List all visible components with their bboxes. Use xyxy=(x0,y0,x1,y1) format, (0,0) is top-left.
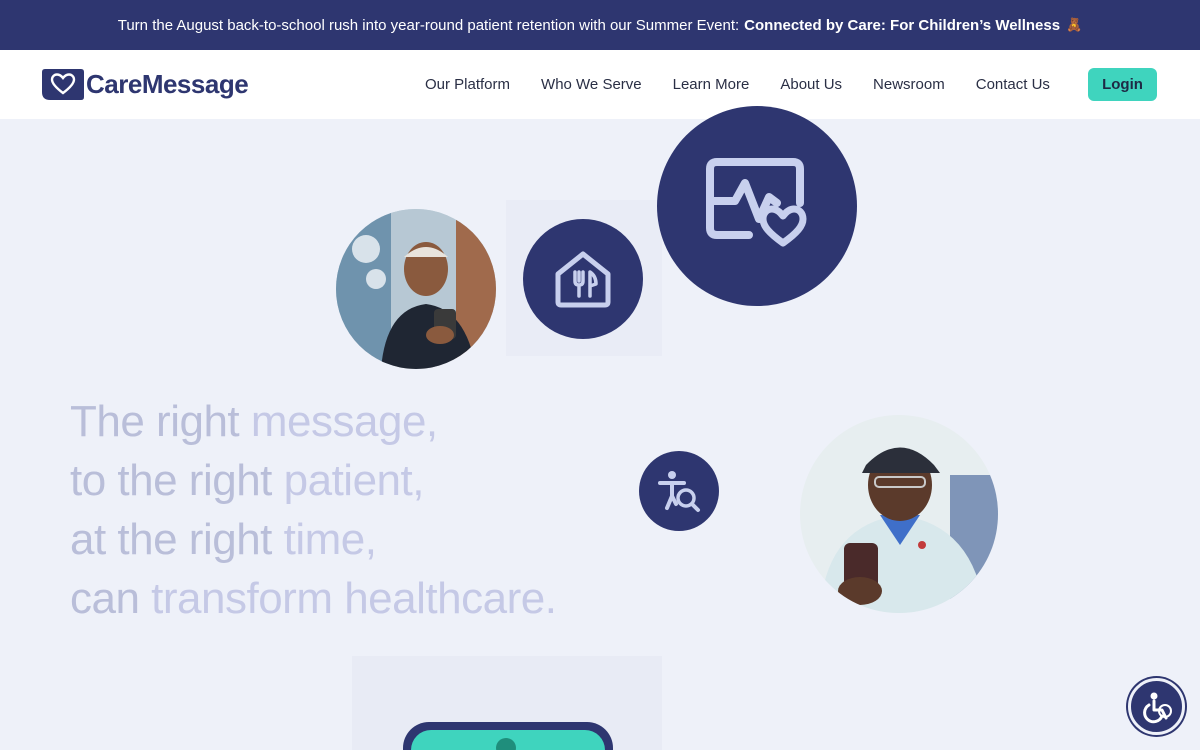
man-in-cap-with-phone-photo xyxy=(800,415,998,613)
nav-newsroom[interactable]: Newsroom xyxy=(873,76,945,93)
accessibility-search-icon xyxy=(639,451,719,531)
older-man-with-phone-photo xyxy=(336,209,496,369)
logo-text: CareMessage xyxy=(86,69,249,99)
photo-illustration-2 xyxy=(800,415,998,613)
main-nav: Our Platform Who We Serve Learn More Abo… xyxy=(425,76,1081,93)
banner-emoji: 🧸 xyxy=(1066,17,1083,32)
accessibility-widget-button[interactable] xyxy=(1128,678,1185,735)
hero-line-4-highlight: transform healthcare. xyxy=(151,574,557,623)
banner-event-link[interactable]: Connected by Care: For Children’s Wellne… xyxy=(744,17,1060,34)
hero-line-2-highlight: patient, xyxy=(283,456,425,505)
nav-our-platform[interactable]: Our Platform xyxy=(425,76,510,93)
hero-line-4-plain: can xyxy=(70,574,152,623)
nav-learn-more[interactable]: Learn More xyxy=(673,76,750,93)
hero-headline: The right message, to the right patient,… xyxy=(70,392,557,628)
accessibility-widget-icon xyxy=(1142,692,1172,723)
vitals-heart-icon xyxy=(657,106,857,306)
announcement-banner[interactable]: Turn the August back-to-school rush into… xyxy=(0,0,1200,50)
logo[interactable]: CareMessage xyxy=(40,68,249,101)
hero-line-2-plain: to the right xyxy=(70,456,284,505)
nav-about-us[interactable]: About Us xyxy=(780,76,842,93)
hero-line-2: to the right patient, xyxy=(70,451,556,510)
banner-text: Turn the August back-to-school rush into… xyxy=(117,16,740,34)
photo-illustration-1 xyxy=(336,209,496,369)
nav-who-we-serve[interactable]: Who We Serve xyxy=(541,76,642,93)
nav-contact-us[interactable]: Contact Us xyxy=(976,76,1050,93)
food-home-icon xyxy=(523,219,643,339)
hero-line-1-highlight: message, xyxy=(250,397,438,446)
logo-heart-icon xyxy=(42,69,84,100)
login-button[interactable]: Login xyxy=(1088,68,1157,101)
hero-line-1: The right message, xyxy=(70,392,556,451)
hero-line-1-plain: The right xyxy=(70,397,251,446)
hero-line-3-plain: at the right xyxy=(70,515,284,564)
site-header: CareMessage Our Platform Who We Serve Le… xyxy=(0,50,1200,119)
hero-line-3-highlight: time, xyxy=(283,515,377,564)
hero-line-3: at the right time, xyxy=(70,510,556,569)
hero-line-4: can transform healthcare. xyxy=(70,569,557,628)
